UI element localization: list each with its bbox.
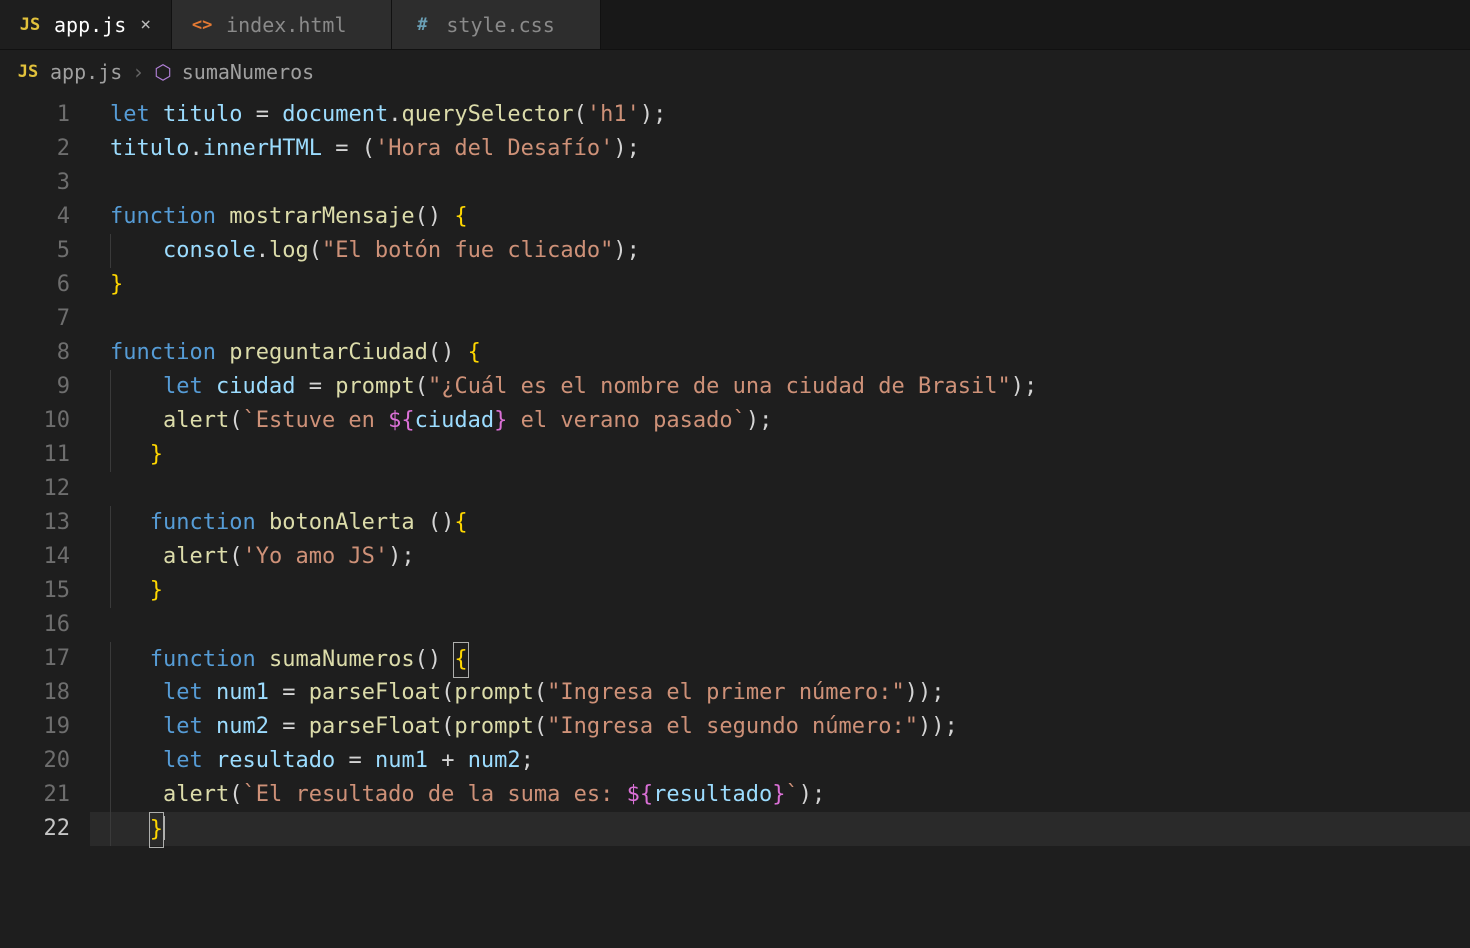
code-line[interactable]: function mostrarMensaje() {: [90, 200, 1470, 234]
code-line[interactable]: }: [90, 574, 1470, 608]
code-line[interactable]: alert(`El resultado de la suma es: ${res…: [90, 778, 1470, 812]
code-line[interactable]: }: [90, 268, 1470, 302]
line-number: 20: [0, 744, 70, 778]
tab-label: index.html: [226, 13, 346, 37]
line-number: 12: [0, 472, 70, 506]
line-number: 14: [0, 540, 70, 574]
line-number: 11: [0, 438, 70, 472]
code-line[interactable]: function botonAlerta (){: [90, 506, 1470, 540]
tab-bar: JS app.js × <> index.html × # style.css …: [0, 0, 1470, 50]
line-number: 17: [0, 642, 70, 676]
code-line[interactable]: [90, 302, 1470, 336]
line-number: 10: [0, 404, 70, 438]
breadcrumb-symbol[interactable]: sumaNumeros: [182, 60, 314, 84]
line-number: 3: [0, 166, 70, 200]
chevron-right-icon: ›: [132, 60, 144, 84]
line-number: 4: [0, 200, 70, 234]
line-number: 21: [0, 778, 70, 812]
line-number: 19: [0, 710, 70, 744]
code-line[interactable]: }: [90, 438, 1470, 472]
html-icon: <>: [190, 15, 214, 35]
code-line[interactable]: function sumaNumeros() {: [90, 642, 1470, 676]
code-line[interactable]: [90, 472, 1470, 506]
line-number: 22: [0, 812, 70, 846]
breadcrumb[interactable]: JS app.js › ⬡ sumaNumeros: [0, 50, 1470, 94]
code-line[interactable]: let titulo = document.querySelector('h1'…: [90, 98, 1470, 132]
js-icon: JS: [16, 62, 40, 82]
tab-label: style.css: [446, 13, 554, 37]
line-number: 15: [0, 574, 70, 608]
code-line[interactable]: function preguntarCiudad() {: [90, 336, 1470, 370]
code-line[interactable]: alert(`Estuve en ${ciudad} el verano pas…: [90, 404, 1470, 438]
code-content[interactable]: let titulo = document.querySelector('h1'…: [90, 94, 1470, 948]
code-line[interactable]: console.log("El botón fue clicado");: [90, 234, 1470, 268]
code-line[interactable]: [90, 608, 1470, 642]
code-line[interactable]: }: [90, 812, 1470, 846]
line-number: 2: [0, 132, 70, 166]
code-line[interactable]: let ciudad = prompt("¿Cuál es el nombre …: [90, 370, 1470, 404]
tab-app-js[interactable]: JS app.js ×: [0, 0, 172, 49]
close-icon[interactable]: ×: [138, 14, 153, 35]
line-number: 6: [0, 268, 70, 302]
tab-style-css[interactable]: # style.css ×: [392, 0, 600, 49]
css-icon: #: [410, 15, 434, 35]
symbol-icon: ⬡: [154, 60, 171, 84]
tab-label: app.js: [54, 13, 126, 37]
code-line[interactable]: alert('Yo amo JS');: [90, 540, 1470, 574]
line-number: 18: [0, 676, 70, 710]
breadcrumb-file[interactable]: app.js: [50, 60, 122, 84]
code-line[interactable]: titulo.innerHTML = ('Hora del Desafío');: [90, 132, 1470, 166]
line-number: 8: [0, 336, 70, 370]
js-icon: JS: [18, 15, 42, 35]
tab-index-html[interactable]: <> index.html ×: [172, 0, 392, 49]
line-number: 13: [0, 506, 70, 540]
code-editor[interactable]: 12345678910111213141516171819202122 let …: [0, 94, 1470, 948]
code-line[interactable]: let resultado = num1 + num2;: [90, 744, 1470, 778]
code-line[interactable]: let num1 = parseFloat(prompt("Ingresa el…: [90, 676, 1470, 710]
line-number-gutter: 12345678910111213141516171819202122: [0, 94, 90, 948]
line-number: 9: [0, 370, 70, 404]
line-number: 1: [0, 98, 70, 132]
line-number: 5: [0, 234, 70, 268]
line-number: 7: [0, 302, 70, 336]
code-line[interactable]: [90, 166, 1470, 200]
line-number: 16: [0, 608, 70, 642]
code-line[interactable]: let num2 = parseFloat(prompt("Ingresa el…: [90, 710, 1470, 744]
